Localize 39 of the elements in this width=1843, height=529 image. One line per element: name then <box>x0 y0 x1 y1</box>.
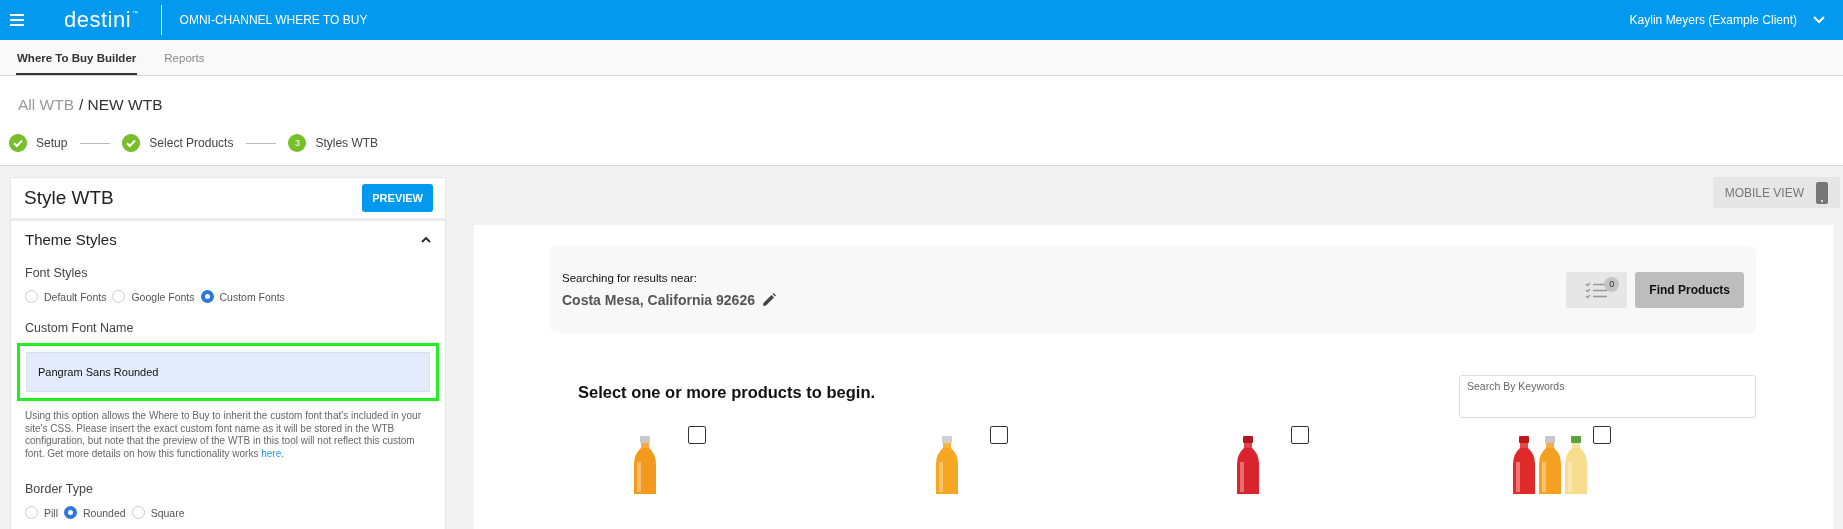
section-title: Theme Styles <box>25 231 117 248</box>
mobile-view-button[interactable]: MOBILE VIEW <box>1712 177 1840 208</box>
brand-logo: destini <box>64 7 132 33</box>
radio-option[interactable]: Rounded <box>64 506 126 519</box>
chevron-up-icon[interactable] <box>421 236 431 243</box>
step-label: Setup <box>36 136 68 150</box>
step-number: 3 <box>288 134 307 152</box>
checkbox[interactable] <box>1291 426 1309 444</box>
nav-tab[interactable]: Where To Buy Builder <box>16 40 138 75</box>
nav-tab[interactable]: Reports <box>163 40 206 75</box>
keyword-search-field[interactable]: Search By Keywords <box>1459 375 1756 418</box>
checkbox[interactable] <box>688 426 706 444</box>
phone-icon <box>1816 181 1828 204</box>
radio-option[interactable]: Custom Fonts <box>200 290 285 303</box>
list-button[interactable]: 0 <box>1566 271 1628 308</box>
checkbox[interactable] <box>989 426 1008 444</box>
radio-option[interactable]: Pill <box>25 506 58 519</box>
panel-title: Style WTB <box>24 187 114 209</box>
step-label: Styles WTB <box>315 136 379 150</box>
chevron-down-icon[interactable] <box>1813 16 1825 24</box>
breadcrumb-current: / NEW WTB <box>78 96 163 114</box>
step-label: Select Products <box>149 136 234 150</box>
radio-option[interactable]: Square <box>131 506 185 519</box>
checkbox[interactable] <box>1592 426 1611 444</box>
products-heading: Select one or more products to begin. <box>578 383 876 402</box>
field-label: Font Styles <box>24 266 89 280</box>
field-label: Border Type <box>24 482 94 496</box>
location-text: Costa Mesa, California 92626 <box>562 291 755 308</box>
field-label: Custom Font Name <box>24 321 135 335</box>
app-title: OMNI-CHANNEL WHERE TO BUY <box>179 13 368 27</box>
radio-option[interactable]: Default Fonts <box>25 290 107 303</box>
font-name-field[interactable]: Pangram Sans Rounded <box>26 352 430 392</box>
count-badge: 0 <box>1604 276 1620 292</box>
help-text: Using this option allows the Where to Buy to inherit the custom font that's included in your site's CSS. Please insert the exact custom font name as it will be stored in the WTB configuration, but note that the preview of the WTB in this tool will not reflect this custom font. Get more details on how this functionality works here. <box>24 410 422 460</box>
menu-icon[interactable] <box>10 14 24 26</box>
pencil-icon[interactable] <box>762 292 776 307</box>
radio-option[interactable]: Google Fonts <box>112 290 195 303</box>
find-products-button[interactable]: Find Products <box>1635 271 1744 308</box>
search-label: Searching for results near: <box>562 271 698 284</box>
